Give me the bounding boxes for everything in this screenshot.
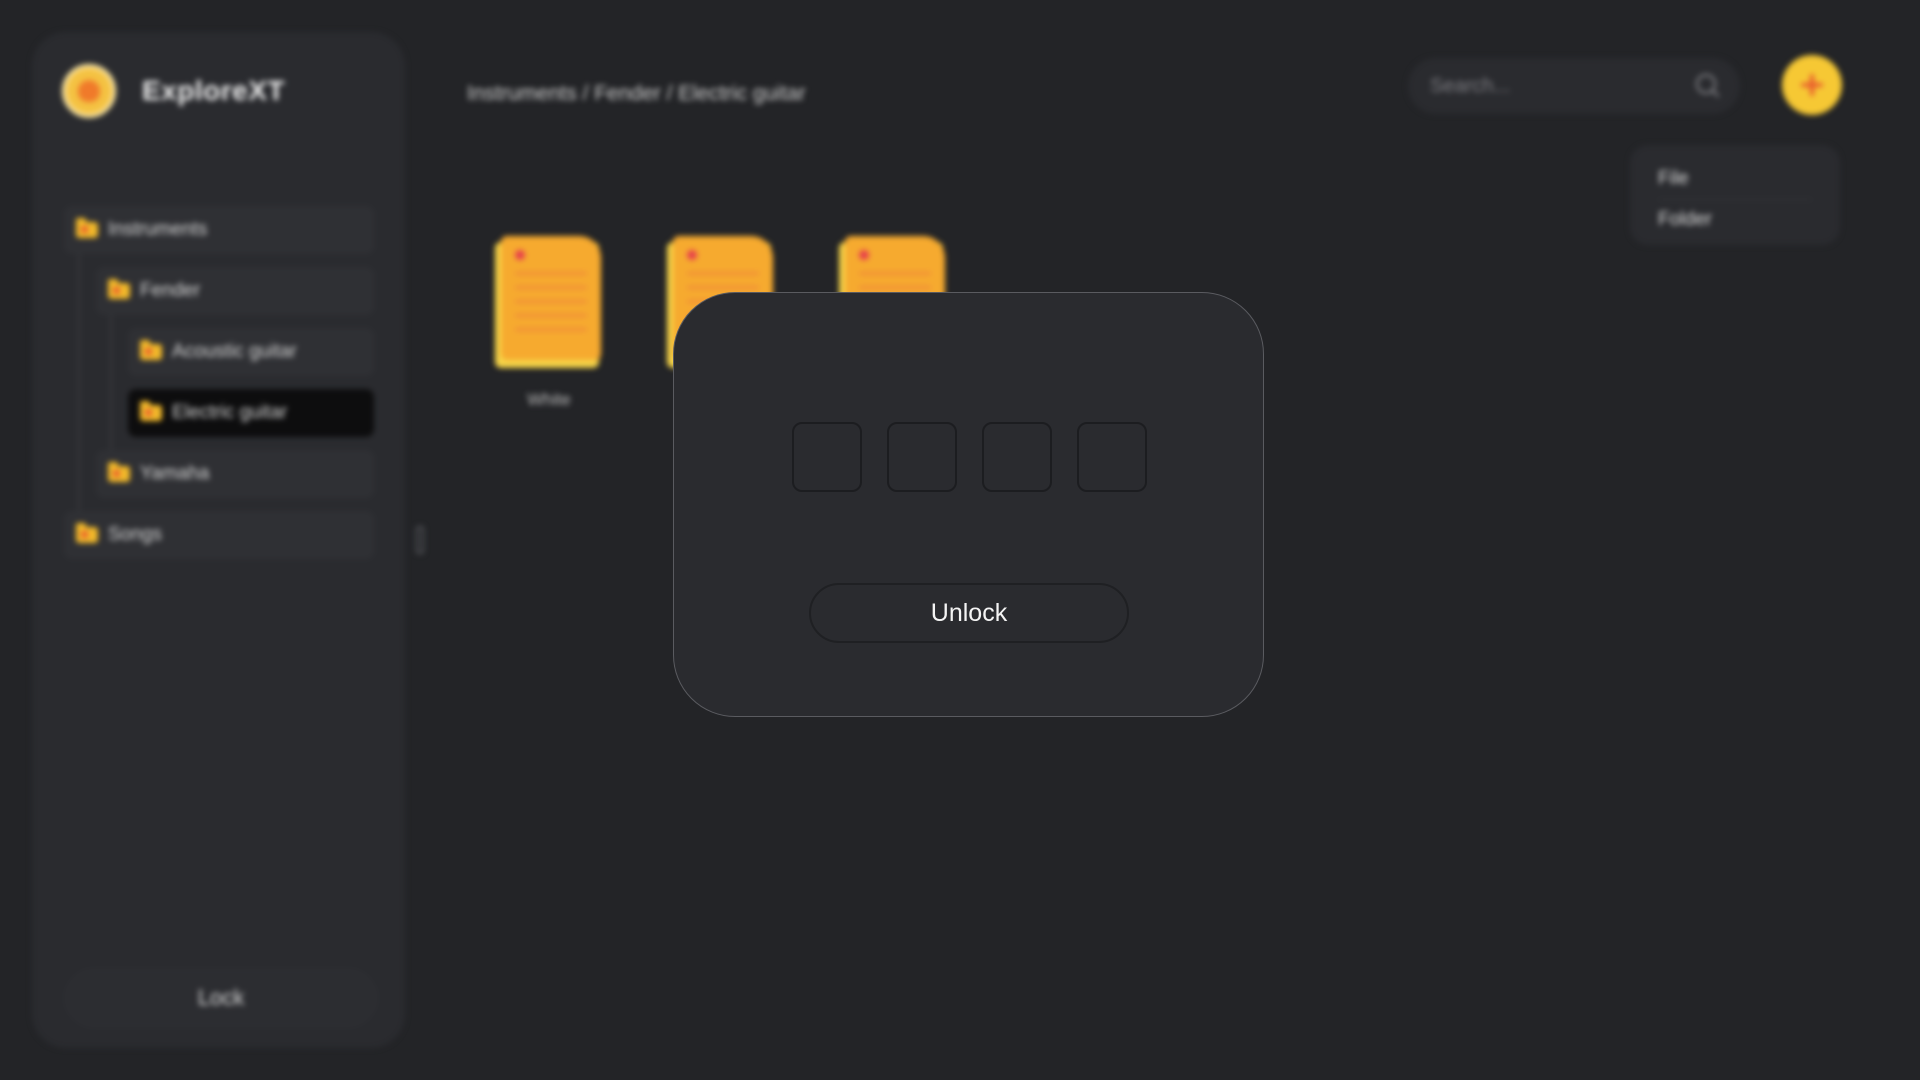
sidebar-item-label: Instruments [108,219,208,240]
sidebar-item-songs[interactable]: Songs [64,511,374,559]
add-button[interactable] [1782,55,1842,115]
file-name: White [527,390,571,409]
sidebar-item-instruments[interactable]: Instruments [64,206,374,254]
search-icon[interactable] [1695,73,1718,99]
sidebar: ExploreXT Instruments Fender Acoustic gu… [32,32,405,1048]
sidebar-item-label: Fender [140,280,201,301]
app-name: ExploreXT [142,75,285,106]
sidebar-item-label: Acoustic guitar [172,341,297,362]
search-input[interactable] [1430,74,1695,98]
folder-icon [76,218,98,238]
plus-icon [1801,74,1823,96]
pin-digit-3[interactable] [982,422,1052,492]
lock-button[interactable]: Lock [66,970,376,1026]
folder-icon [140,401,162,421]
unlock-button[interactable]: Unlock [809,583,1129,643]
sidebar-item-acoustic-guitar[interactable]: Acoustic guitar [128,328,374,376]
logo-icon [62,64,116,118]
sidebar-item-fender[interactable]: Fender [96,267,374,315]
file-item[interactable]: White [487,236,611,410]
tree-connector [78,254,80,524]
sidebar-item-label: Songs [108,524,162,545]
search-bar[interactable] [1408,58,1740,114]
folder-icon [108,462,130,482]
folder-icon [140,340,162,360]
folder-icon [108,279,130,299]
pin-digit-4[interactable] [1077,422,1147,492]
pin-digit-1[interactable] [792,422,862,492]
new-item-menu: File Folder [1630,145,1840,245]
sidebar-item-label: Electric guitar [172,402,288,423]
folder-icon [76,523,98,543]
menu-item-folder[interactable]: Folder [1658,199,1812,239]
sidebar-item-electric-guitar[interactable]: Electric guitar [128,389,374,437]
unlock-dialog: Unlock [673,292,1264,717]
sidebar-item-label: Yamaha [140,463,210,484]
sidebar-collapse-handle[interactable] [416,526,424,554]
brand: ExploreXT [62,64,285,118]
breadcrumb[interactable]: Instruments / Fender / Electric guitar [467,82,805,106]
pin-digit-2[interactable] [887,422,957,492]
sidebar-item-yamaha[interactable]: Yamaha [96,450,374,498]
menu-item-file[interactable]: File [1658,159,1812,199]
document-icon [495,236,603,368]
